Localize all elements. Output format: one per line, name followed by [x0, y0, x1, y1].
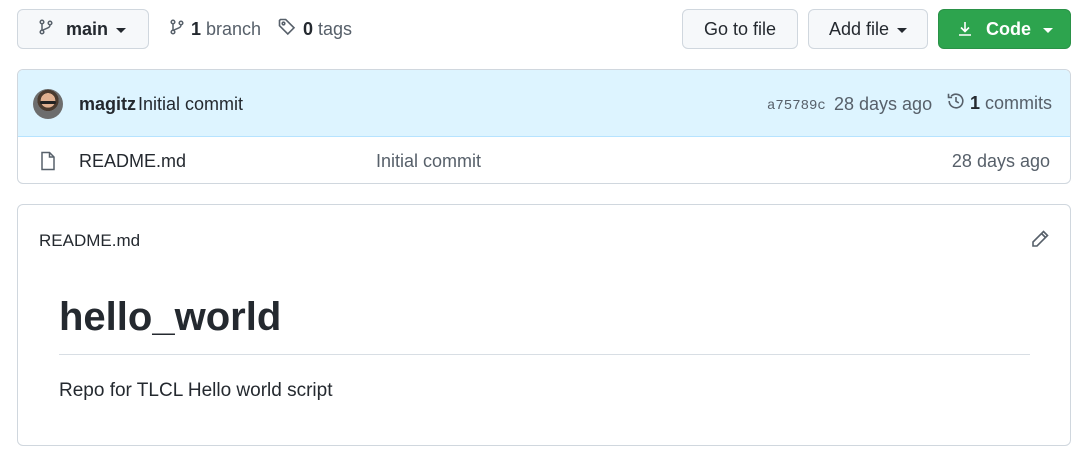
branches-link[interactable]: 1 branch [169, 9, 261, 49]
file-name[interactable]: README.md [79, 151, 186, 172]
file-commit-message[interactable]: Initial commit [376, 151, 481, 172]
tags-link[interactable]: 0 tags [277, 9, 352, 49]
commit-age: 28 days ago [834, 94, 933, 114]
readme-panel: README.md hello_world Repo for TLCL Hell… [17, 204, 1071, 446]
readme-heading: hello_world [59, 295, 282, 339]
go-to-file-button[interactable]: Go to file [682, 9, 798, 49]
git-branch-icon [38, 18, 54, 41]
add-file-label: Add file [828, 18, 890, 39]
readme-filename[interactable]: README.md [39, 231, 140, 251]
repo-toolbar: main 1 branch 0 tags Go to file Add file… [17, 9, 1071, 49]
code-button-label: Code [986, 18, 1031, 39]
download-icon [956, 20, 974, 38]
tag-count: 0 [303, 18, 314, 39]
latest-commit-bar: magitz Initial commit a75789c 28 days ag… [18, 70, 1070, 137]
branch-count: 1 [191, 18, 202, 39]
code-button[interactable]: Code [938, 9, 1071, 49]
commit-sha[interactable]: a75789c [767, 98, 826, 114]
commit-history-link[interactable]: 1 commits [946, 92, 1052, 114]
chevron-down-icon [116, 27, 127, 33]
branch-label: branch [206, 18, 262, 39]
pencil-icon[interactable] [1030, 229, 1050, 254]
commit-message[interactable]: Initial commit [138, 94, 243, 115]
chevron-down-icon [897, 27, 908, 33]
file-icon [39, 151, 57, 176]
commit-count-label: commits [985, 92, 1053, 113]
repo-code-view: main 1 branch 0 tags Go to file Add file… [0, 0, 1085, 473]
git-branch-icon [169, 18, 185, 41]
commit-author[interactable]: magitz [79, 94, 136, 115]
tag-icon [277, 17, 297, 42]
branch-select-button[interactable]: main [17, 9, 149, 49]
file-row: README.md Initial commit 28 days ago [18, 137, 1070, 183]
tag-label: tags [318, 18, 353, 39]
add-file-button[interactable]: Add file [808, 9, 928, 49]
branch-name: main [66, 18, 109, 39]
history-icon [946, 91, 966, 116]
readme-paragraph: Repo for TLCL Hello world script [59, 380, 333, 401]
divider [59, 354, 1030, 355]
file-commit-age: 28 days ago [951, 151, 1050, 171]
commit-count: 1 [970, 92, 981, 113]
avatar[interactable] [33, 89, 63, 119]
chevron-down-icon [1043, 27, 1053, 33]
file-list: magitz Initial commit a75789c 28 days ag… [17, 69, 1071, 184]
